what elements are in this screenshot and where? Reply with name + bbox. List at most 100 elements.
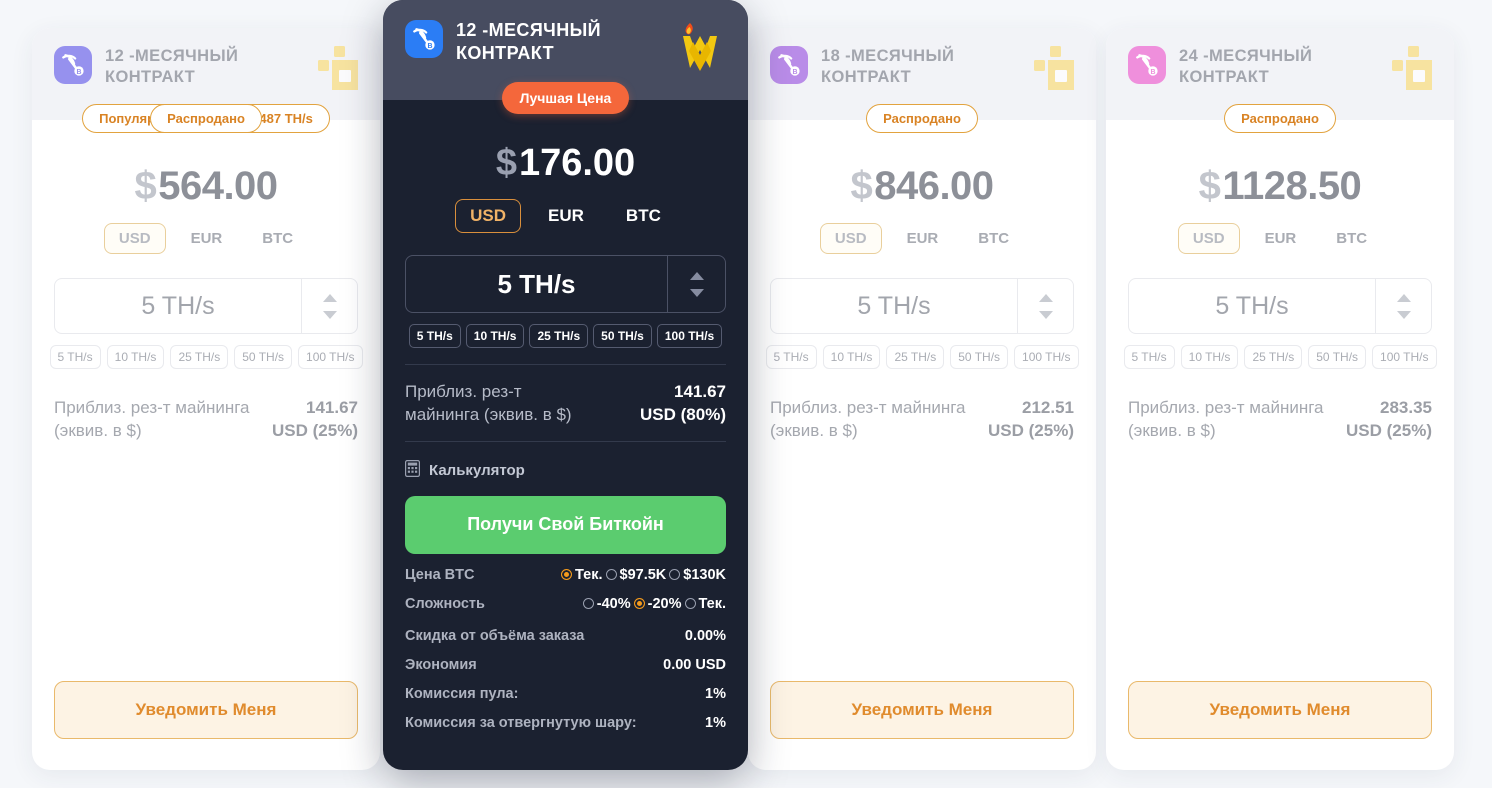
currency-switcher[interactable]: USD EUR BTC [32, 223, 380, 254]
hashrate-value[interactable]: 5 TH/s [771, 279, 1017, 333]
currency-option-btc[interactable]: BTC [963, 223, 1024, 254]
hashrate-preset-25[interactable]: 25 TH/s [529, 324, 589, 348]
hashrate-preset-10[interactable]: 10 TH/s [465, 324, 525, 348]
btc-price-option-label: $97.5K [619, 566, 667, 583]
hashrate-preset-5[interactable]: 5 TH/s [49, 345, 101, 369]
btc-price-option-current[interactable]: Тек. [561, 567, 603, 583]
hashrate-value[interactable]: 5 TH/s [1129, 279, 1375, 333]
currency-option-usd[interactable]: USD [1177, 223, 1240, 254]
hashrate-value[interactable]: 5 TH/s [55, 279, 301, 333]
hashrate-preset-10[interactable]: 10 TH/s [822, 345, 881, 369]
rejected-share-fee-row: Комиссия за отвергнутую шару: 1% [405, 715, 726, 731]
difficulty-options[interactable]: -40% -20% Тек. [582, 596, 726, 612]
hashrate-preset-50[interactable]: 50 TH/s [593, 324, 652, 348]
contract-card-12m-left[interactable]: B 12 -МЕСЯЧНЫЙ КОНТРАКТ Популярный • Ост… [32, 28, 380, 770]
hashrate-stepper[interactable]: 5 TH/s [1128, 278, 1432, 334]
currency-option-eur[interactable]: EUR [533, 199, 599, 233]
hashrate-presets[interactable]: 5 TH/s 10 TH/s 25 TH/s 50 TH/s 100 TH/s [1123, 345, 1437, 369]
mining-reward-row: Приблиз. рез-т майнинга (эквив. в $) 212… [770, 397, 1074, 443]
hashrate-preset-25[interactable]: 25 TH/s [1244, 345, 1303, 369]
hashrate-preset-50[interactable]: 50 TH/s [950, 345, 1009, 369]
btc-price-row: Цена BTC Тек. $97.5K $130K [405, 567, 726, 583]
currency-option-btc[interactable]: BTC [247, 223, 308, 254]
hashrate-preset-5[interactable]: 5 TH/s [408, 324, 461, 348]
difficulty-option-minus20[interactable]: -20% [633, 596, 682, 612]
card-title: 12 -МЕСЯЧНЫЙ КОНТРАКТ [105, 47, 239, 86]
hashrate-preset-50[interactable]: 50 TH/s [234, 345, 293, 369]
notify-me-button[interactable]: Уведомить Меня [54, 681, 358, 739]
currency-switcher[interactable]: USD EUR BTC [748, 223, 1096, 254]
stepper-up-icon[interactable] [1396, 293, 1411, 302]
hashrate-preset-5[interactable]: 5 TH/s [1123, 345, 1175, 369]
currency-option-btc[interactable]: BTC [1321, 223, 1382, 254]
stepper-buttons[interactable] [1375, 279, 1431, 333]
stepper-down-icon[interactable] [1038, 310, 1053, 319]
hashrate-stepper[interactable]: 5 TH/s [54, 278, 358, 334]
hashrate-preset-25[interactable]: 25 TH/s [886, 345, 945, 369]
btc-price-option-975k[interactable]: $97.5K [605, 566, 667, 583]
hashrate-presets[interactable]: 5 TH/s 10 TH/s 25 TH/s 50 TH/s 100 TH/s [405, 324, 726, 348]
stepper-down-icon[interactable] [322, 310, 337, 319]
hashrate-preset-50[interactable]: 50 TH/s [1308, 345, 1367, 369]
stepper-buttons[interactable] [667, 256, 725, 312]
volume-discount-label: Скидка от объёма заказа [405, 627, 585, 644]
radio-dot-icon[interactable] [561, 569, 572, 581]
hashrate-preset-25[interactable]: 25 TH/s [170, 345, 229, 369]
radio-dot-icon[interactable] [669, 569, 681, 581]
savings-label: Экономия [405, 656, 477, 673]
hashrate-preset-100[interactable]: 100 TH/s [298, 345, 363, 369]
mining-reward-amount: 283.35 [1380, 398, 1432, 417]
hashrate-stepper[interactable]: 5 TH/s [770, 278, 1074, 334]
price-value: 846.00 [874, 164, 994, 208]
radio-dot-icon[interactable] [582, 598, 594, 610]
contract-card-24m[interactable]: B 24 -МЕСЯЧНЫЙ КОНТРАКТ Распродано $1128… [1106, 28, 1454, 770]
soldout-badge: Распродано [150, 104, 262, 133]
currency-option-usd[interactable]: USD [819, 223, 882, 254]
hashrate-preset-100[interactable]: 100 TH/s [1014, 345, 1079, 369]
hashrate-preset-100[interactable]: 100 TH/s [1372, 345, 1437, 369]
stepper-up-icon[interactable] [1038, 293, 1053, 302]
stepper-down-icon[interactable] [689, 288, 704, 297]
currency-switcher[interactable]: USD EUR BTC [405, 199, 726, 233]
difficulty-option-current[interactable]: Тек. [684, 596, 726, 612]
currency-option-btc[interactable]: BTC [611, 199, 676, 233]
currency-option-usd[interactable]: USD [103, 223, 166, 254]
contract-card-12m-featured[interactable]: B 12 -МЕСЯЧНЫЙ КОНТРАКТ Лучшая Цена $176… [383, 0, 748, 770]
radio-dot-icon[interactable] [684, 598, 696, 610]
hashrate-preset-10[interactable]: 10 TH/s [1180, 345, 1239, 369]
currency-option-eur[interactable]: EUR [176, 223, 238, 254]
pickaxe-bitcoin-icon: B [405, 20, 443, 58]
notify-me-button[interactable]: Уведомить Меня [1128, 681, 1432, 739]
hashrate-value[interactable]: 5 TH/s [406, 256, 667, 312]
radio-dot-icon[interactable] [605, 569, 617, 581]
currency-symbol: $ [134, 164, 157, 208]
stepper-down-icon[interactable] [1396, 310, 1411, 319]
btc-price-option-130k[interactable]: $130K [669, 567, 726, 583]
btc-price-options[interactable]: Тек. $97.5K $130K [561, 567, 726, 583]
hashrate-preset-5[interactable]: 5 TH/s [765, 345, 817, 369]
hashrate-presets[interactable]: 5 TH/s 10 TH/s 25 TH/s 50 TH/s 100 TH/s [765, 345, 1079, 369]
svg-text:B: B [76, 69, 81, 76]
hashrate-presets[interactable]: 5 TH/s 10 TH/s 25 TH/s 50 TH/s 100 TH/s [49, 345, 363, 369]
mining-reward-label-line1: Приблиз. рез-т [405, 382, 522, 401]
get-bitcoin-button[interactable]: Получи Свой Биткойн [405, 495, 726, 554]
currency-switcher[interactable]: USD EUR BTC [1106, 223, 1454, 254]
hashrate-preset-10[interactable]: 10 TH/s [106, 345, 165, 369]
hashrate-stepper[interactable]: 5 TH/s [405, 255, 726, 313]
calculator-toggle[interactable]: Калькулятор [405, 459, 726, 482]
radio-dot-icon[interactable] [633, 598, 645, 610]
stepper-buttons[interactable] [1017, 279, 1073, 333]
btc-price-option-label: Тек. [575, 566, 603, 583]
notify-me-button[interactable]: Уведомить Меня [770, 681, 1074, 739]
hashrate-preset-100[interactable]: 100 TH/s [656, 324, 723, 348]
stepper-up-icon[interactable] [689, 271, 704, 280]
featured-header-left: B 12 -МЕСЯЧНЫЙ КОНТРАКТ [405, 18, 674, 64]
contract-card-18m[interactable]: B 18 -МЕСЯЧНЫЙ КОНТРАКТ Распродано $846.… [748, 28, 1096, 770]
currency-option-eur[interactable]: EUR [1250, 223, 1312, 254]
currency-option-eur[interactable]: EUR [892, 223, 954, 254]
currency-option-usd[interactable]: USD [455, 199, 522, 233]
stepper-up-icon[interactable] [322, 293, 337, 302]
rejected-share-fee-label: Комиссия за отвергнутую шару: [405, 714, 637, 731]
difficulty-option-minus40[interactable]: -40% [582, 596, 631, 612]
stepper-buttons[interactable] [301, 279, 357, 333]
